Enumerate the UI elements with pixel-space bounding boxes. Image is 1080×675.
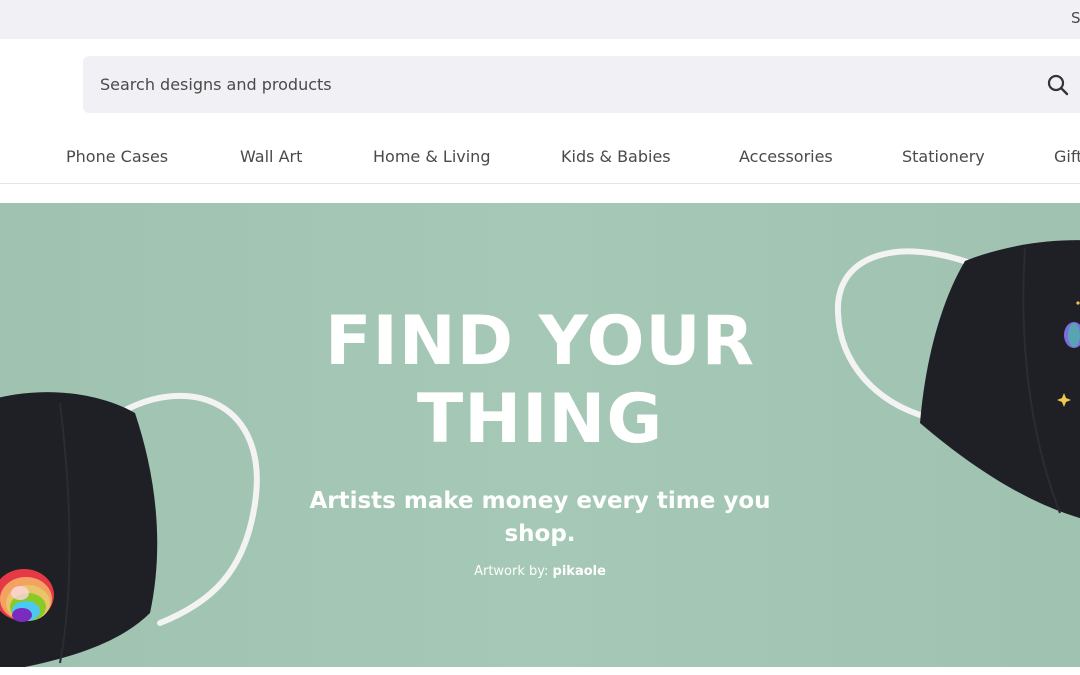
nav-item-stationery[interactable]: Stationery: [902, 147, 985, 166]
hero-banner[interactable]: FIND YOUR THING Artists make money every…: [0, 203, 1080, 667]
nav-item-phone-cases[interactable]: Phone Cases: [66, 147, 168, 166]
nav-item-gifts[interactable]: Gift: [1054, 147, 1080, 166]
artwork-credit: Artwork by: pikaole: [340, 564, 740, 579]
hero-title-line-1: FIND YOUR: [325, 302, 755, 381]
search-input[interactable]: [83, 56, 1023, 113]
nav-item-home-living[interactable]: Home & Living: [373, 147, 490, 166]
artist-link[interactable]: pikaole: [553, 564, 606, 579]
nav-item-accessories[interactable]: Accessories: [739, 147, 833, 166]
hero-title: FIND YOUR THING: [240, 303, 840, 459]
hero-subtitle: Artists make money every time you shop.: [309, 488, 771, 547]
artwork-credit-label: Artwork by:: [474, 564, 553, 579]
face-mask-image: [834, 240, 1080, 519]
nav-item-wall-art[interactable]: Wall Art: [240, 147, 302, 166]
hero-title-line-2: THING: [416, 380, 664, 459]
top-bar: S: [0, 0, 1080, 39]
top-bar-link[interactable]: S: [1071, 9, 1080, 27]
face-mask-image: [0, 392, 260, 667]
search-icon: [1047, 74, 1069, 96]
nav-item-kids-babies[interactable]: Kids & Babies: [561, 147, 671, 166]
search-button[interactable]: [1043, 70, 1073, 100]
search-bar: [83, 56, 1080, 113]
category-nav: Phone Cases Wall Art Home & Living Kids …: [0, 128, 1080, 184]
